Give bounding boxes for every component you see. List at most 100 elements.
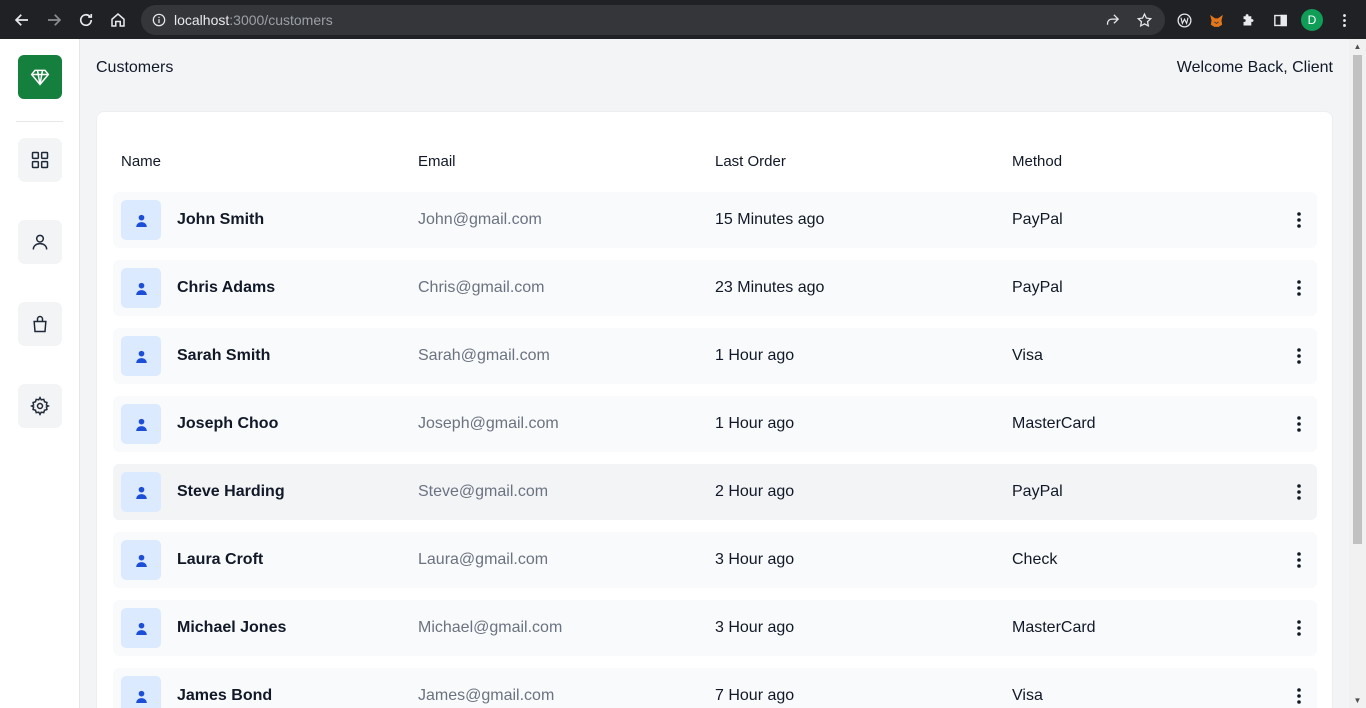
sidebar-divider — [16, 121, 63, 122]
customer-avatar — [121, 676, 161, 708]
customer-email: Michael@gmail.com — [418, 619, 563, 636]
extensions-puzzle-icon[interactable] — [1237, 9, 1259, 31]
column-header-name: Name — [121, 153, 162, 170]
scroll-up-arrow-icon[interactable]: ▲ — [1353, 42, 1362, 51]
customer-name: Sarah Smith — [177, 347, 271, 364]
more-options-icon[interactable] — [1289, 550, 1309, 570]
table-row[interactable]: Sarah Smith Sarah@gmail.com 1 Hour ago Visa — [113, 328, 1317, 384]
customer-email: Joseph@gmail.com — [418, 415, 559, 432]
customer-payment-method: Visa — [1012, 687, 1043, 704]
page-scrollbar[interactable]: ▲ ▼ — [1349, 39, 1366, 708]
share-icon[interactable] — [1101, 9, 1123, 31]
welcome-message: Welcome Back, Client — [1176, 59, 1333, 76]
more-options-icon[interactable] — [1289, 346, 1309, 366]
customer-avatar — [121, 268, 161, 308]
diamond-icon — [30, 69, 50, 86]
customer-name: James Bond — [177, 687, 273, 704]
sidebar-item-customers[interactable] — [18, 220, 62, 264]
customer-last-order: 7 Hour ago — [715, 687, 795, 704]
customer-last-order: 1 Hour ago — [715, 347, 795, 364]
browser-toolbar: localhost:3000/customers D — [0, 0, 1366, 39]
customer-last-order: 2 Hour ago — [715, 483, 795, 500]
scroll-down-arrow-icon[interactable]: ▼ — [1353, 696, 1362, 705]
sidebar-item-orders[interactable] — [18, 302, 62, 346]
customer-name: John Smith — [177, 211, 265, 228]
user-icon — [135, 554, 147, 567]
customer-avatar — [121, 608, 161, 648]
customer-payment-method: MasterCard — [1012, 619, 1096, 636]
column-header-last-order: Last Order — [715, 153, 786, 170]
side-panel-icon[interactable] — [1269, 9, 1291, 31]
more-options-icon[interactable] — [1289, 278, 1309, 298]
user-icon — [135, 350, 147, 363]
customer-email: Chris@gmail.com — [418, 279, 545, 296]
customer-payment-method: PayPal — [1012, 483, 1063, 500]
customer-payment-method: Check — [1012, 551, 1058, 568]
table-row[interactable]: John Smith John@gmail.com 15 Minutes ago Pa… — [113, 192, 1317, 248]
table-row[interactable]: James Bond James@gmail.com 7 Hour ago Visa — [113, 668, 1317, 708]
column-header-email: Email — [418, 153, 456, 170]
more-options-icon[interactable] — [1289, 686, 1309, 706]
back-arrow-icon[interactable] — [10, 8, 34, 32]
customer-name: Chris Adams — [177, 279, 276, 296]
customer-name: Laura Croft — [177, 551, 264, 568]
table-row[interactable]: Laura Croft Laura@gmail.com 3 Hour ago Chec… — [113, 532, 1317, 588]
metamask-fox-icon[interactable] — [1205, 9, 1227, 31]
customer-email: Laura@gmail.com — [418, 551, 549, 568]
customer-last-order: 15 Minutes ago — [715, 211, 825, 228]
customer-avatar — [121, 200, 161, 240]
shopping-bag-icon — [33, 315, 47, 333]
customer-email: John@gmail.com — [418, 211, 542, 228]
extension-w-icon[interactable] — [1173, 9, 1195, 31]
forward-arrow-icon[interactable] — [42, 8, 66, 32]
customer-payment-method: Visa — [1012, 347, 1043, 364]
customer-name: Joseph Choo — [177, 415, 279, 432]
user-icon — [135, 622, 147, 635]
more-options-icon[interactable] — [1289, 210, 1309, 230]
sidebar-item-dashboard[interactable] — [18, 138, 62, 182]
user-icon — [135, 418, 147, 431]
home-icon[interactable] — [106, 8, 130, 32]
user-icon — [135, 214, 147, 227]
browser-menu-icon[interactable] — [1333, 9, 1355, 31]
customer-email: James@gmail.com — [418, 687, 555, 704]
table-row[interactable]: Chris Adams Chris@gmail.com 23 Minutes ago… — [113, 260, 1317, 316]
customer-name: Michael Jones — [177, 619, 287, 636]
customer-email: Steve@gmail.com — [418, 483, 549, 500]
table-row[interactable]: Steve Harding Steve@gmail.com 2 Hour ago Pa… — [113, 464, 1317, 520]
customer-last-order: 3 Hour ago — [715, 619, 795, 636]
more-options-icon[interactable] — [1289, 618, 1309, 638]
table-row[interactable]: Joseph Choo Joseph@gmail.com 1 Hour ago Mas… — [113, 396, 1317, 452]
profile-avatar[interactable]: D — [1301, 9, 1323, 31]
column-header-method: Method — [1012, 153, 1063, 170]
customer-avatar — [121, 404, 161, 444]
table-row[interactable]: Michael Jones Michael@gmail.com 3 Hour ago… — [113, 600, 1317, 656]
customer-last-order: 1 Hour ago — [715, 415, 795, 432]
site-info-icon[interactable] — [152, 13, 166, 27]
settings-gear-icon — [30, 396, 50, 416]
page-title: Customers — [96, 59, 174, 76]
customer-payment-method: PayPal — [1012, 279, 1063, 296]
url-text: localhost:3000/customers — [174, 12, 333, 28]
customer-avatar — [121, 540, 161, 580]
url-host: localhost — [174, 12, 230, 28]
bookmark-star-icon[interactable] — [1133, 9, 1155, 31]
more-options-icon[interactable] — [1289, 482, 1309, 502]
customer-name: Steve Harding — [177, 483, 285, 500]
customer-last-order: 3 Hour ago — [715, 551, 795, 568]
reload-icon[interactable] — [74, 8, 98, 32]
sidebar-item-settings[interactable] — [18, 384, 62, 428]
scrollbar-thumb[interactable] — [1353, 55, 1362, 544]
customer-payment-method: MasterCard — [1012, 415, 1096, 432]
address-bar[interactable]: localhost:3000/customers — [141, 5, 1165, 35]
dashboard-grid-icon — [31, 151, 49, 169]
more-options-icon[interactable] — [1289, 414, 1309, 434]
customer-email: Sarah@gmail.com — [418, 347, 550, 364]
user-icon — [135, 282, 147, 295]
customer-last-order: 23 Minutes ago — [715, 279, 825, 296]
user-icon — [135, 690, 147, 703]
customer-avatar — [121, 336, 161, 376]
customer-payment-method: PayPal — [1012, 211, 1063, 228]
app-logo[interactable] — [18, 55, 62, 99]
sidebar — [0, 39, 80, 708]
